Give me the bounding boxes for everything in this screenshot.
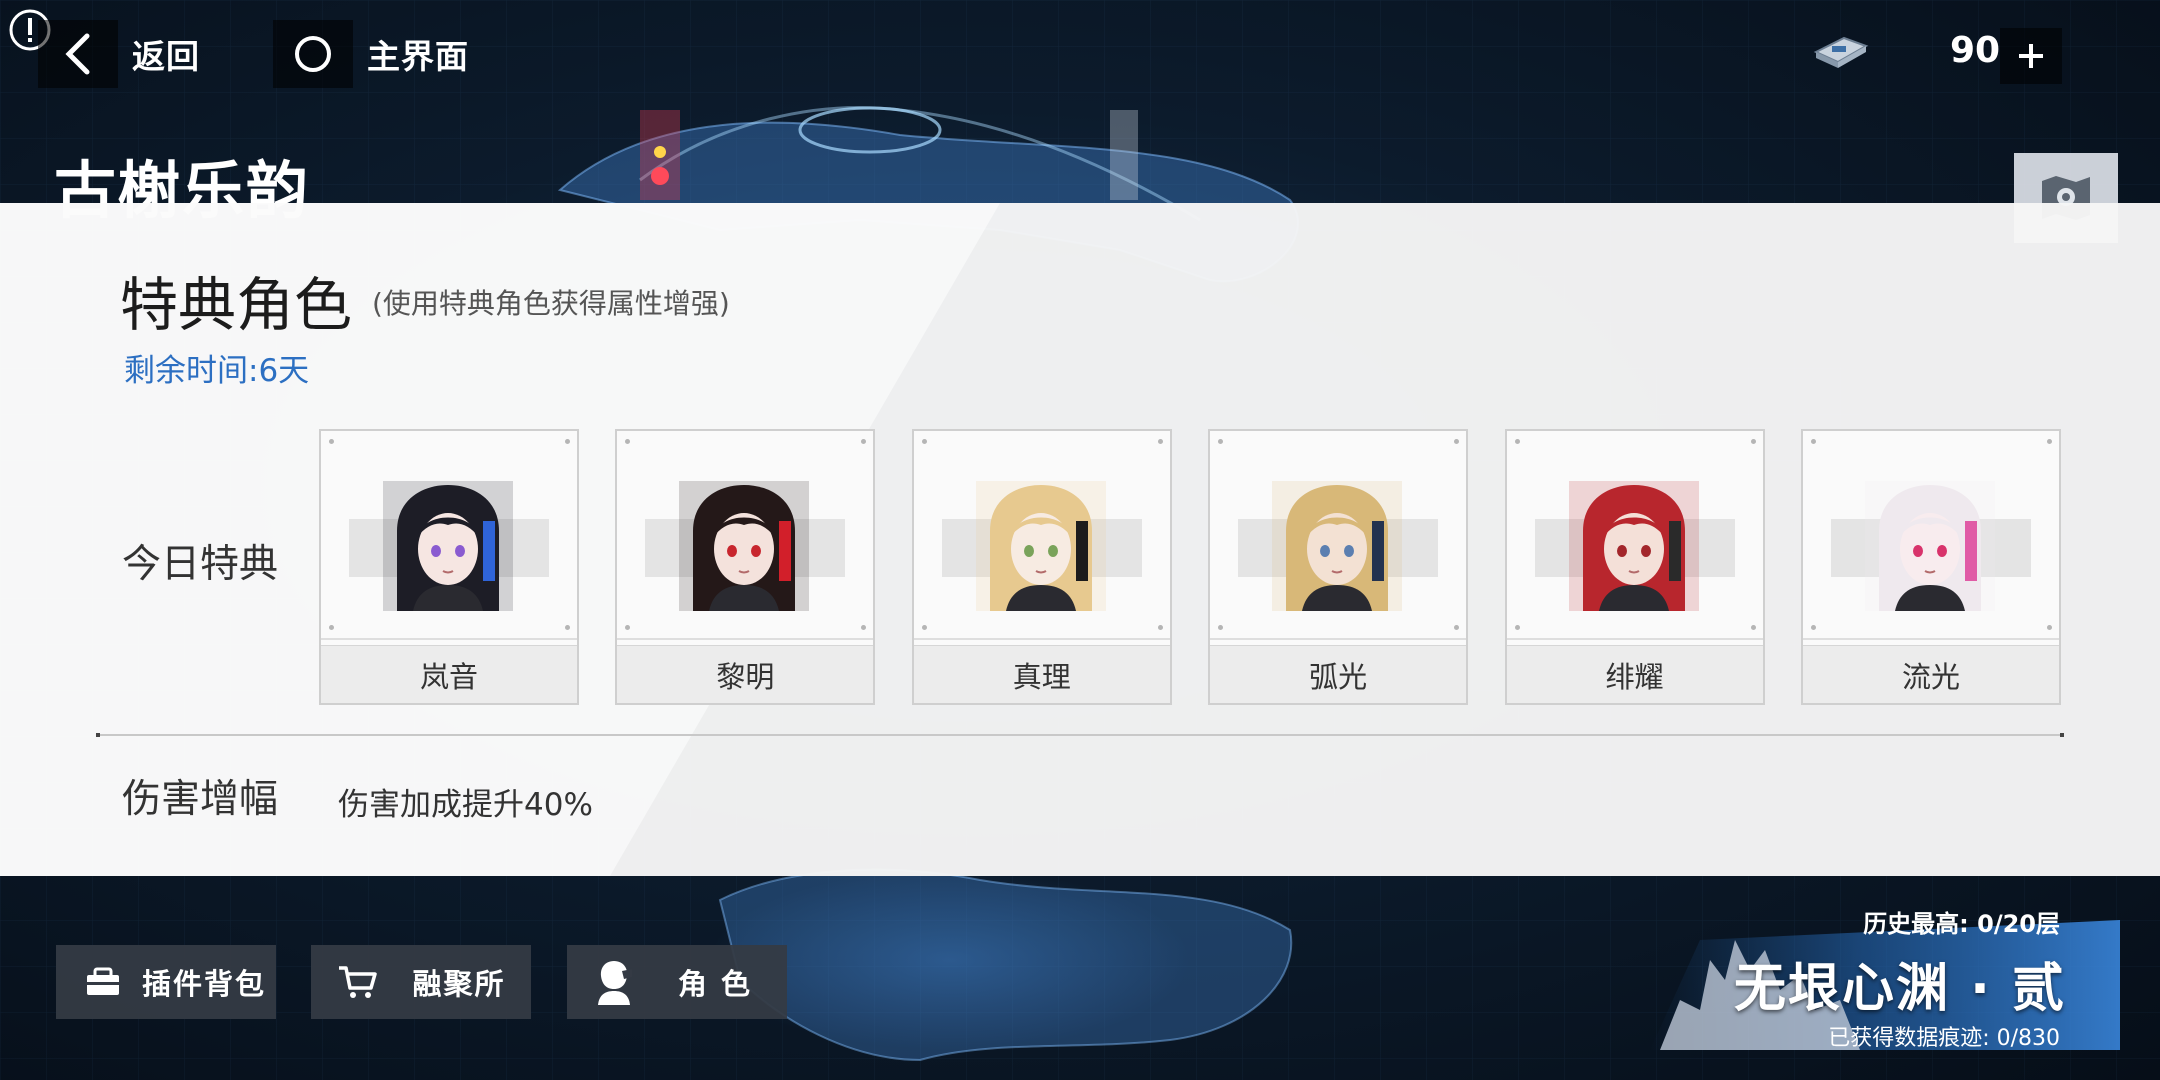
character-card[interactable]: 黎明 xyxy=(615,429,876,705)
card-corner-dot xyxy=(565,439,570,444)
abyss-name: 无垠心渊 · 贰 xyxy=(1734,959,2066,1019)
card-corner-dot xyxy=(329,439,334,444)
character-name-bar: 流光 xyxy=(1803,638,2059,703)
character-card[interactable]: 真理 xyxy=(911,429,1172,705)
currency-value: 90 xyxy=(1950,30,2001,71)
card-corner-dot xyxy=(1811,625,1816,630)
card-corner-dot xyxy=(921,625,927,630)
character-name-bar: 真理 xyxy=(913,638,1170,703)
card-corner-dot xyxy=(921,439,927,444)
card-corner-dot xyxy=(1454,625,1460,630)
character-name: 流光 xyxy=(1901,659,1960,694)
fusion-shop-button[interactable]: 融聚所 xyxy=(311,945,531,1019)
back-button[interactable]: 返回 xyxy=(38,20,200,88)
today-featured-label: 今日特典 xyxy=(122,542,279,587)
abyss-progress: 已获得数据痕迹: 0/830 xyxy=(1828,1026,2060,1051)
featured-characters-panel: 特典角色 (使用特典角色获得属性增强) 剩余时间:6天 今日特典 岚音 黎明 真理 弧… xyxy=(0,203,2160,876)
card-corner-dot xyxy=(625,439,631,444)
character-card[interactable]: 绯耀 xyxy=(1504,429,1765,705)
card-corner-dot xyxy=(1454,439,1460,444)
character-name-bar: 岚音 xyxy=(321,638,577,703)
modal-title: 特典角色 xyxy=(120,271,353,339)
character-name: 弧光 xyxy=(1309,659,1368,694)
card-corner-dot xyxy=(1218,439,1224,444)
home-button[interactable]: 主界面 xyxy=(273,20,469,88)
card-corner-dot xyxy=(1514,439,1520,444)
plugin-bag-label: 插件背包 xyxy=(141,967,266,1001)
card-corner-dot xyxy=(565,625,570,630)
card-corner-dot xyxy=(1514,625,1520,630)
abyss-best-record: 历史最高: 0/20层 xyxy=(1863,910,2060,938)
character-card[interactable]: 岚音 xyxy=(319,429,579,705)
character-name: 真理 xyxy=(1012,659,1071,694)
character-name-bar: 弧光 xyxy=(1210,638,1467,703)
card-corner-dot xyxy=(2047,625,2052,630)
card-corner-dot xyxy=(2047,439,2052,444)
divider xyxy=(96,733,2064,737)
card-corner-dot xyxy=(1157,625,1163,630)
back-arrow-icon xyxy=(38,20,118,88)
character-name-bar: 绯耀 xyxy=(1506,638,1763,703)
cart-icon xyxy=(339,966,377,998)
character-portrait xyxy=(679,481,810,611)
character-card[interactable]: 弧光 xyxy=(1208,429,1469,705)
card-corner-dot xyxy=(1750,625,1756,630)
character-portrait xyxy=(1272,481,1403,611)
character-name: 黎明 xyxy=(716,659,775,694)
card-corner-dot xyxy=(861,625,867,630)
back-label: 返回 xyxy=(132,37,200,76)
card-corner-dot xyxy=(625,625,631,630)
character-portrait xyxy=(383,481,513,611)
character-name: 绯耀 xyxy=(1605,659,1664,694)
damage-boost-text: 伤害加成提升40% xyxy=(338,787,593,823)
character-silhouette-icon xyxy=(598,961,632,1005)
character-label: 角 色 xyxy=(677,967,753,1001)
character-button[interactable]: 角 色 xyxy=(567,945,787,1019)
time-remaining: 剩余时间:6天 xyxy=(124,353,310,389)
character-card[interactable]: 流光 xyxy=(1801,429,2061,705)
character-name: 岚音 xyxy=(419,659,478,694)
currency-display: 90 xyxy=(1800,18,2160,90)
plus-icon xyxy=(2019,44,2043,68)
plugin-bag-button[interactable]: 插件背包 xyxy=(56,945,276,1019)
character-portrait xyxy=(975,481,1106,611)
card-corner-dot xyxy=(329,625,334,630)
card-corner-dot xyxy=(1811,439,1816,444)
card-corner-dot xyxy=(861,439,867,444)
fusion-shop-label: 融聚所 xyxy=(412,967,506,1001)
card-corner-dot xyxy=(1157,439,1163,444)
home-label: 主界面 xyxy=(367,37,469,76)
damage-boost-label: 伤害增幅 xyxy=(122,777,279,822)
home-circle-icon xyxy=(273,20,353,88)
card-corner-dot xyxy=(1218,625,1224,630)
modal-subtitle: (使用特典角色获得属性增强) xyxy=(372,287,730,320)
character-name-bar: 黎明 xyxy=(617,638,874,703)
character-portrait xyxy=(1568,481,1699,611)
add-currency-button[interactable] xyxy=(2000,28,2062,84)
plugin-bag-icon xyxy=(87,967,119,995)
character-portrait xyxy=(1865,481,1995,611)
data-chip-icon xyxy=(1813,36,1869,68)
card-corner-dot xyxy=(1750,439,1756,444)
abyss-entry[interactable]: 历史最高: 0/20层 无垠心渊 · 贰 已获得数据痕迹: 0/830 xyxy=(1640,880,2120,1080)
